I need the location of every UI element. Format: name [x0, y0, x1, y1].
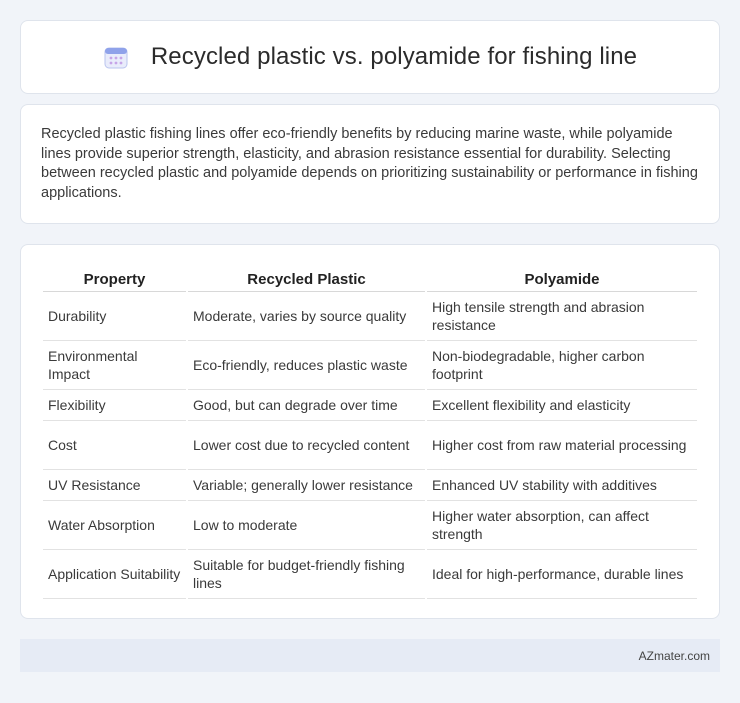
polyamide-cell: Higher water absorption, can affect stre… [427, 501, 697, 550]
polyamide-cell: Ideal for high-performance, durable line… [427, 550, 697, 599]
recycled-plastic-cell: Suitable for budget-friendly fishing lin… [188, 550, 425, 599]
table-row: UV Resistance Variable; generally lower … [43, 470, 697, 501]
footer-bar: AZmater.com [20, 639, 720, 672]
title-card: Recycled plastic vs. polyamide for fishi… [20, 20, 720, 94]
property-cell: Environmental Impact [43, 341, 186, 390]
polyamide-cell: Higher cost from raw material processing [427, 421, 697, 470]
footer-site-name: AZmater.com [638, 648, 710, 663]
intro-card: Recycled plastic fishing lines offer eco… [20, 104, 720, 224]
property-cell: Flexibility [43, 390, 186, 421]
table-row: Cost Lower cost due to recycled content … [43, 421, 697, 470]
column-header-polyamide: Polyamide [427, 265, 697, 292]
recycled-plastic-cell: Low to moderate [188, 501, 425, 550]
table-row: Environmental Impact Eco-friendly, reduc… [43, 341, 697, 390]
polyamide-cell: Excellent flexibility and elasticity [427, 390, 697, 421]
comparison-card: Property Recycled Plastic Polyamide Dura… [20, 244, 720, 619]
column-header-property: Property [43, 265, 186, 292]
recycled-plastic-cell: Eco-friendly, reduces plastic waste [188, 341, 425, 390]
recycled-plastic-cell: Good, but can degrade over time [188, 390, 425, 421]
calendar-icon [103, 44, 129, 70]
property-cell: Durability [43, 292, 186, 341]
property-cell: Application Suitability [43, 550, 186, 599]
recycled-plastic-cell: Lower cost due to recycled content [188, 421, 425, 470]
property-cell: Cost [43, 421, 186, 470]
intro-paragraph: Recycled plastic fishing lines offer eco… [41, 126, 698, 201]
polyamide-cell: High tensile strength and abrasion resis… [427, 292, 697, 341]
table-row: Application Suitability Suitable for bud… [43, 550, 697, 599]
page-title: Recycled plastic vs. polyamide for fishi… [150, 43, 638, 70]
table-row: Durability Moderate, varies by source qu… [43, 292, 697, 341]
comparison-table: Property Recycled Plastic Polyamide Dura… [41, 265, 699, 599]
property-cell: Water Absorption [43, 501, 186, 550]
polyamide-cell: Enhanced UV stability with additives [427, 470, 697, 501]
polyamide-cell: Non-biodegradable, higher carbon footpri… [427, 341, 697, 390]
property-cell: UV Resistance [43, 470, 186, 501]
table-header-row: Property Recycled Plastic Polyamide [43, 265, 697, 292]
recycled-plastic-cell: Variable; generally lower resistance [188, 470, 425, 501]
recycled-plastic-cell: Moderate, varies by source quality [188, 292, 425, 341]
table-row: Water Absorption Low to moderate Higher … [43, 501, 697, 550]
column-header-recycled-plastic: Recycled Plastic [188, 265, 425, 292]
table-row: Flexibility Good, but can degrade over t… [43, 390, 697, 421]
